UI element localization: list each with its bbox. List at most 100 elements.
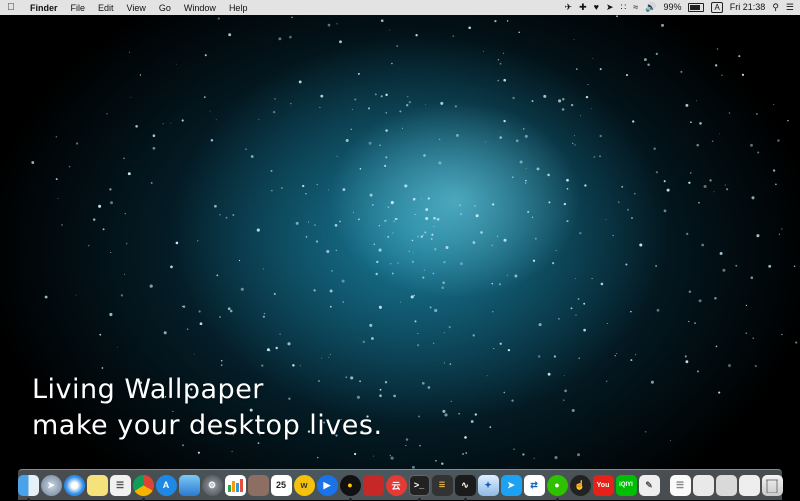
teamviewer-arrows-icon[interactable]: ⇄ — [523, 474, 545, 496]
menu-window[interactable]: Window — [184, 3, 216, 13]
trash-icon[interactable] — [761, 474, 783, 496]
notes-icon[interactable] — [86, 474, 108, 496]
calendar-icon[interactable]: 25 — [270, 474, 292, 496]
star — [342, 301, 345, 303]
star — [396, 45, 399, 47]
heart-icon[interactable]: ♥ — [594, 0, 599, 15]
star — [459, 204, 461, 207]
star — [554, 456, 558, 460]
screenshots-stack-icon[interactable] — [715, 474, 737, 496]
terminal-icon[interactable]: >_ — [408, 474, 430, 496]
volume-icon[interactable]: 🔊 — [645, 0, 656, 15]
star — [162, 123, 164, 125]
feather-bird-icon[interactable]: ➤ — [500, 474, 522, 496]
star — [768, 264, 772, 268]
star — [499, 342, 502, 345]
menu-edit[interactable]: Edit — [98, 3, 114, 13]
activity-monitor-icon[interactable]: ∿ — [454, 474, 476, 496]
spotlight-search-icon[interactable]: ⚲ — [772, 0, 779, 15]
wechat-icon[interactable]: ● — [546, 474, 568, 496]
star — [757, 151, 760, 154]
bluetooth-icon[interactable]: ∷ — [621, 0, 627, 15]
safari-compass-icon[interactable] — [63, 474, 85, 496]
wifi-icon[interactable]: ≈ — [633, 0, 638, 15]
star — [722, 268, 726, 272]
star — [124, 213, 126, 215]
star — [441, 286, 444, 289]
remote-desktop-icon[interactable] — [362, 474, 384, 496]
star — [566, 220, 569, 223]
youtube-icon[interactable]: You — [592, 474, 614, 496]
airplane-icon[interactable]: ✈ — [565, 0, 573, 15]
downloads-stack-icon[interactable] — [692, 474, 714, 496]
battery-icon[interactable] — [688, 3, 705, 12]
star — [367, 107, 371, 110]
star — [123, 157, 125, 160]
star — [378, 248, 382, 252]
star — [298, 80, 302, 84]
star — [412, 252, 414, 254]
iqiyi-icon[interactable]: iQIYI — [615, 474, 637, 496]
battery-percent[interactable]: 99% — [663, 0, 681, 15]
star — [754, 365, 757, 368]
star — [410, 295, 414, 299]
star — [579, 231, 582, 235]
star — [485, 141, 487, 143]
xcode-folder-icon[interactable] — [178, 474, 200, 496]
system-preferences-gear-icon[interactable]: ⚙ — [201, 474, 223, 496]
qq-penguin-icon[interactable]: ● — [339, 474, 361, 496]
star — [389, 454, 391, 457]
library-icon[interactable] — [247, 474, 269, 496]
star — [724, 184, 726, 186]
input-source-badge[interactable]: A — [711, 2, 723, 13]
menu-file[interactable]: File — [71, 3, 86, 13]
menu-go[interactable]: Go — [159, 3, 171, 13]
plus-cross-icon[interactable]: ✚ — [579, 0, 587, 15]
folder-stack-icon[interactable] — [738, 474, 760, 496]
app-menu-finder[interactable]: Finder — [30, 3, 58, 13]
document-icon[interactable]: ☰ — [669, 474, 691, 496]
script-editor-icon[interactable]: ✎ — [638, 474, 660, 496]
launchpad-rocket-icon[interactable]: ➤ — [40, 474, 62, 496]
star — [391, 62, 393, 65]
star — [362, 340, 365, 344]
tripmode-icon[interactable]: ✦ — [477, 474, 499, 496]
star — [371, 203, 374, 206]
play-icon[interactable]: ▶ — [316, 474, 338, 496]
star — [663, 180, 666, 183]
star — [750, 143, 753, 147]
chrome-icon[interactable] — [132, 474, 154, 496]
send-arrow-icon[interactable]: ➤ — [606, 0, 614, 15]
wunderlist-icon[interactable]: w — [293, 474, 315, 496]
star — [117, 346, 118, 348]
finder-icon[interactable] — [17, 474, 39, 496]
star — [566, 187, 569, 190]
thumbs-up-icon[interactable]: ☝ — [569, 474, 591, 496]
star — [422, 382, 425, 385]
star — [685, 360, 689, 364]
apple-menu-icon[interactable]:  — [6, 2, 16, 13]
star — [408, 250, 411, 253]
star — [630, 359, 633, 362]
star — [387, 236, 390, 238]
numbers-chart-icon[interactable] — [224, 474, 246, 496]
star — [571, 408, 575, 413]
console-log-icon[interactable]: ☰ — [431, 474, 453, 496]
star — [591, 108, 593, 109]
star — [756, 113, 758, 115]
star — [695, 100, 697, 102]
reminders-list-icon[interactable]: ☰ — [109, 474, 131, 496]
star — [711, 140, 714, 143]
star — [715, 64, 718, 67]
notification-center-icon[interactable]: ☰ — [786, 0, 794, 15]
star — [745, 332, 748, 335]
star — [522, 453, 525, 456]
star — [305, 236, 308, 238]
star — [537, 355, 541, 358]
menu-help[interactable]: Help — [229, 3, 248, 13]
star — [411, 260, 414, 263]
menu-view[interactable]: View — [127, 3, 146, 13]
clock[interactable]: Fri 21:38 — [730, 0, 766, 15]
app-store-icon[interactable]: A — [155, 474, 177, 496]
netease-music-icon[interactable]: 云 — [385, 474, 407, 496]
